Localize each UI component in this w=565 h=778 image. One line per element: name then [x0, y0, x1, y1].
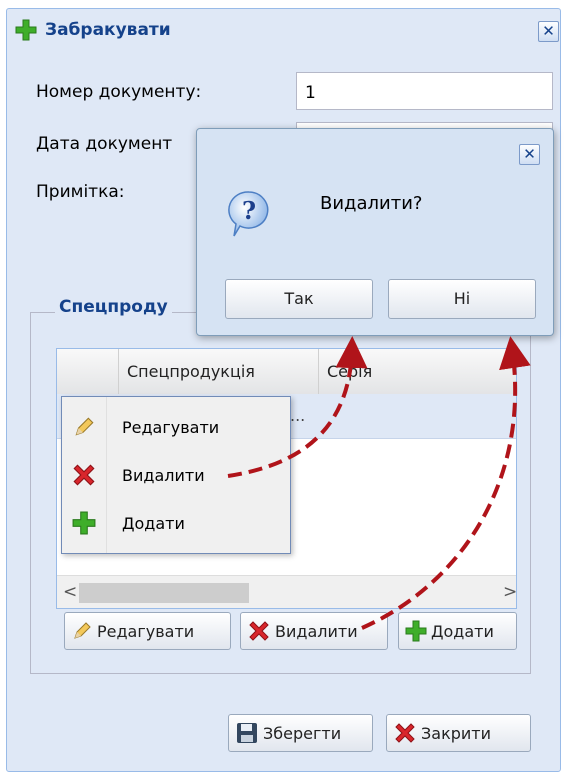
- window-titlebar: Забракувати ✕: [7, 9, 560, 51]
- delete-x-icon: [395, 723, 415, 743]
- context-menu-item-label: Редагувати: [122, 417, 220, 437]
- dialog-message: Видалити?: [320, 193, 423, 214]
- floppy-disk-icon: [237, 723, 257, 743]
- grid-header-checkbox[interactable]: [57, 349, 119, 394]
- delete-button-label: Видалити: [275, 621, 358, 641]
- plus-icon: [72, 511, 96, 535]
- save-button[interactable]: Зберегти: [228, 714, 373, 752]
- doc-date-label: Дата документ: [36, 134, 173, 154]
- context-menu-item-label: Видалити: [122, 465, 205, 485]
- scrollbar-thumb[interactable]: [79, 583, 249, 603]
- grid-header: Спецпродукція Серія: [57, 349, 516, 395]
- scroll-left-arrow[interactable]: <: [63, 582, 77, 602]
- fieldset-legend: Спецпроду: [55, 297, 172, 317]
- add-button-label: Додати: [431, 621, 494, 641]
- doc-number-input[interactable]: 1: [296, 72, 553, 110]
- horizontal-scrollbar[interactable]: < >: [57, 575, 516, 608]
- doc-number-label: Номер документу:: [36, 82, 202, 102]
- pencil-icon: [74, 622, 91, 639]
- dialog-yes-button[interactable]: Так: [225, 279, 373, 319]
- grid-header-series[interactable]: Серія: [319, 349, 516, 394]
- edit-button-label: Редагувати: [97, 621, 195, 641]
- scroll-right-arrow[interactable]: >: [503, 582, 516, 602]
- window-title: Забракувати: [45, 20, 171, 40]
- context-menu-item-label: Додати: [122, 513, 185, 533]
- question-icon: ?: [228, 191, 269, 237]
- plus-icon: [15, 19, 37, 41]
- dialog-close-button[interactable]: ✕: [519, 144, 540, 165]
- dialog-no-button[interactable]: Ні: [388, 279, 536, 319]
- context-menu-item-add[interactable]: Додати: [62, 501, 290, 545]
- pencil-icon: [75, 417, 94, 436]
- edit-button[interactable]: Редагувати: [64, 612, 231, 650]
- confirm-dialog: ✕ ? Видалити? Так Ні: [196, 128, 554, 336]
- context-menu-item-edit[interactable]: Редагувати: [62, 405, 290, 449]
- delete-button[interactable]: Видалити: [240, 612, 388, 650]
- close-button-label: Закрити: [421, 723, 491, 743]
- save-button-label: Зберегти: [263, 723, 342, 743]
- context-menu-item-delete[interactable]: Видалити: [62, 453, 290, 497]
- note-label: Примітка:: [36, 182, 125, 202]
- plus-icon: [405, 620, 427, 642]
- delete-x-icon: [249, 621, 269, 641]
- context-menu: Редагувати Видалити Додати: [61, 396, 291, 554]
- delete-x-icon: [73, 464, 95, 486]
- grid-header-spec-product[interactable]: Спецпродукція: [119, 349, 319, 394]
- add-button[interactable]: Додати: [398, 612, 517, 650]
- close-button[interactable]: Закрити: [386, 714, 531, 752]
- svg-text:?: ?: [242, 196, 256, 225]
- window-close-button[interactable]: ✕: [538, 21, 559, 42]
